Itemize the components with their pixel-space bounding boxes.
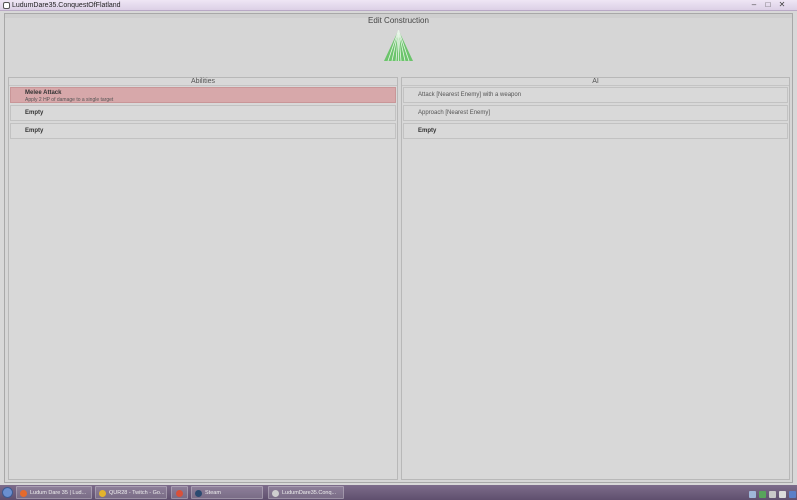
taskbar-item-firefox[interactable]: Ludum Dare 35 | Lud... <box>16 486 92 499</box>
taskbar-item-game[interactable]: LudumDare35.Conq... <box>268 486 344 499</box>
ai-panel: AI Attack [Nearest Enemy] with a weapon … <box>401 77 790 480</box>
network-icon[interactable] <box>749 491 756 498</box>
steam-icon <box>195 490 202 497</box>
monitor-icon[interactable] <box>769 491 776 498</box>
chrome-icon <box>99 490 106 497</box>
minimize-button[interactable]: – <box>747 0 761 10</box>
ability-title: Melee Attack <box>25 90 62 96</box>
ability-slot-3[interactable]: Empty <box>10 123 396 139</box>
shield-icon[interactable] <box>759 491 766 498</box>
taskbar-item-steam[interactable]: Steam <box>191 486 263 499</box>
close-button[interactable]: ✕ <box>775 0 789 10</box>
abilities-header: Abilities <box>9 78 397 86</box>
game-window: Edit Construction Abilities Melee Attack… <box>4 13 793 483</box>
taskbar-item-label: Ludum Dare 35 | Lud... <box>30 490 87 496</box>
ability-slot-2[interactable]: Empty <box>10 105 396 121</box>
taskbar-item-app[interactable] <box>171 486 188 499</box>
ai-rule-title: Approach [Nearest Enemy] <box>418 110 491 116</box>
window-titlebar[interactable]: LudumDare35.ConquestOfFlatland – □ ✕ <box>0 0 797 11</box>
app-icon <box>3 2 10 9</box>
taskbar-item-label: LudumDare35.Conq... <box>282 490 337 496</box>
game-icon <box>272 490 279 497</box>
volume-icon[interactable] <box>779 491 786 498</box>
ai-rule-title: Empty <box>418 128 437 134</box>
ability-title: Empty <box>25 110 44 116</box>
ai-header: AI <box>402 78 789 86</box>
window-title: LudumDare35.ConquestOfFlatland <box>12 2 121 9</box>
ability-title: Empty <box>25 128 44 134</box>
taskbar-item-chrome[interactable]: QUR28 - Twitch - Go... <box>95 486 167 499</box>
abilities-panel: Abilities Melee Attack Apply 2 HP of dam… <box>8 77 398 480</box>
ai-slot-3[interactable]: Empty <box>403 123 788 139</box>
ability-description: Apply 2 HP of damage to a single target <box>25 97 114 103</box>
start-button[interactable] <box>2 487 13 498</box>
app-icon <box>176 490 183 497</box>
taskbar: Ludum Dare 35 | Lud... QUR28 - Twitch - … <box>0 485 797 500</box>
taskbar-item-label: QUR28 - Twitch - Go... <box>109 490 165 496</box>
maximize-button[interactable]: □ <box>761 0 775 10</box>
system-tray <box>746 488 796 498</box>
ai-slot-2[interactable]: Approach [Nearest Enemy] <box>403 105 788 121</box>
dialog-title: Edit Construction <box>368 16 429 25</box>
ability-slot-1[interactable]: Melee Attack Apply 2 HP of damage to a s… <box>10 87 396 103</box>
flag-icon[interactable] <box>789 491 796 498</box>
ai-slot-1[interactable]: Attack [Nearest Enemy] with a weapon <box>403 87 788 103</box>
ai-rule-title: Attack [Nearest Enemy] with a weapon <box>418 92 522 98</box>
firefox-icon <box>20 490 27 497</box>
pyramid-icon <box>384 30 413 61</box>
taskbar-item-label: Steam <box>205 490 221 496</box>
